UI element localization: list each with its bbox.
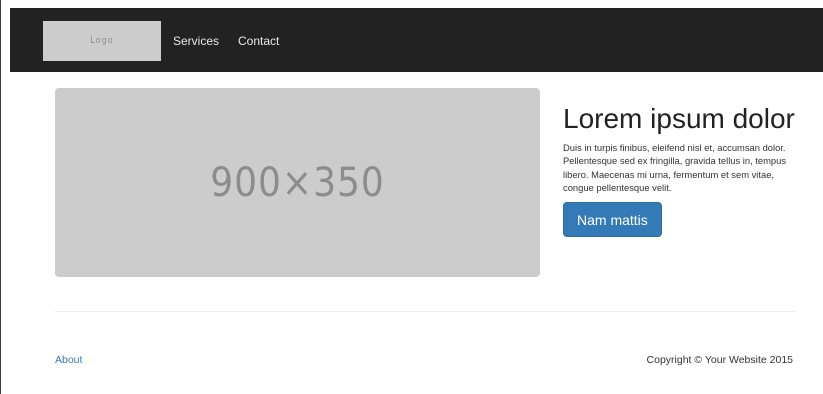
nav-link-services[interactable]: Services bbox=[173, 34, 219, 48]
footer-copyright: Copyright © Your Website 2015 bbox=[646, 354, 793, 366]
hero-body: Duis in turpis finibus, eleifend nisl et… bbox=[563, 142, 787, 193]
hero-text: Lorem ipsum dolor Duis in turpis finibus… bbox=[563, 103, 795, 238]
navbar: Logo Services Contact bbox=[10, 8, 823, 72]
hero-image-placeholder: 900×350 bbox=[55, 88, 540, 277]
logo[interactable]: Logo bbox=[43, 21, 161, 61]
page: Logo Services Contact 900×350 Lorem ipsu… bbox=[0, 0, 823, 394]
cta-button[interactable]: Nam mattis bbox=[563, 202, 662, 238]
nav-link-contact[interactable]: Contact bbox=[238, 34, 279, 48]
footer-link-about[interactable]: About bbox=[55, 354, 82, 366]
hero-title: Lorem ipsum dolor bbox=[563, 103, 795, 134]
hero-image-dimensions: 900×350 bbox=[210, 159, 385, 206]
divider bbox=[55, 311, 795, 312]
